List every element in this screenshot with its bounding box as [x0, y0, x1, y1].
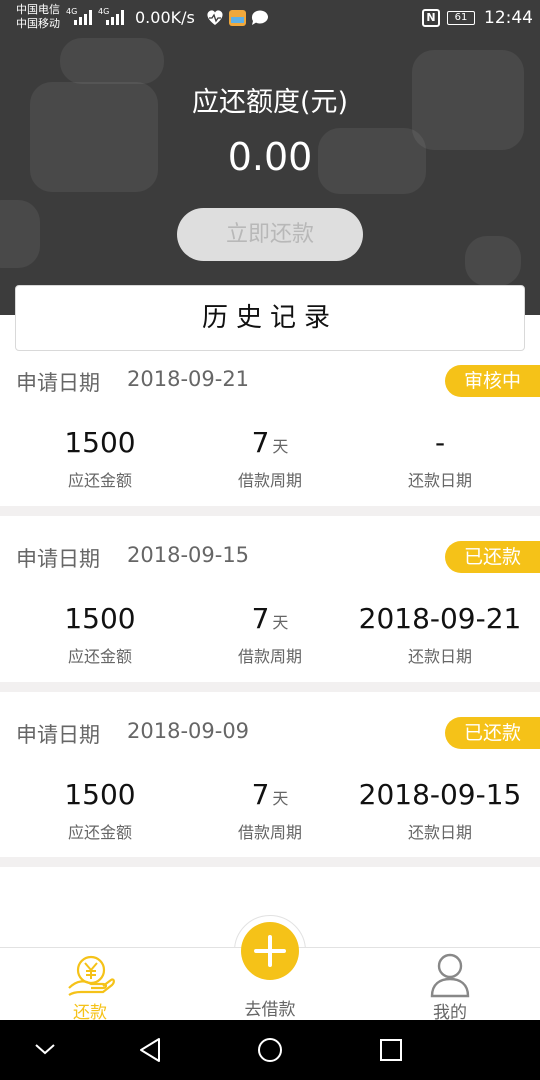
apply-date-label: 申请日期: [16, 371, 100, 395]
bg-shape: [465, 236, 521, 286]
repay-amount: 1500: [64, 602, 136, 635]
yen-hand-icon: [68, 955, 115, 996]
loan-period-unit: 天: [272, 437, 289, 456]
plus-icon: [254, 935, 286, 967]
period-column: 7天 借款周期: [180, 601, 360, 667]
loan-period-label: 借款周期: [237, 471, 302, 490]
loan-period-unit: 天: [272, 789, 289, 808]
divider: [0, 506, 540, 516]
repay-amount-label: 应还金额: [67, 471, 132, 490]
amount-column: 1500 应还金额: [10, 777, 190, 843]
apply-date-label: 申请日期: [16, 723, 100, 747]
repay-date: 2018-09-21: [358, 602, 522, 635]
chat-bubble-icon: [251, 10, 268, 25]
apply-date-value: 2018-09-09: [127, 719, 250, 743]
divider: [0, 682, 540, 692]
repay-amount: 1500: [64, 426, 136, 459]
loan-period: 7: [251, 602, 270, 635]
network-speed: 0.00K/s: [135, 8, 195, 27]
user-icon: [430, 953, 470, 998]
heart-rate-icon: [207, 10, 223, 25]
repay-date-label: 还款日期: [407, 471, 472, 490]
loan-period-label: 借款周期: [237, 823, 302, 842]
repay-date-column: - 还款日期: [350, 425, 530, 491]
nav-mine[interactable]: 我的: [390, 948, 510, 1023]
loan-period: 7: [251, 778, 270, 811]
period-column: 7天 借款周期: [180, 777, 360, 843]
apply-date-value: 2018-09-21: [127, 367, 250, 391]
system-nav-bar: [0, 1020, 540, 1080]
apply-date-label: 申请日期: [16, 547, 100, 571]
history-records-title: 历史记录: [15, 285, 525, 351]
loan-period-label: 借款周期: [237, 647, 302, 666]
repay-amount: 1500: [64, 778, 136, 811]
divider: [0, 857, 540, 867]
loan-record[interactable]: 申请日期 2018-09-15 已还款 1500 应还金额 7天 借款周期 20…: [0, 531, 540, 691]
header-banner: 中国电信 中国移动 4G 4G 0.00K/s N 61 12:44 应还额度(…: [0, 0, 540, 315]
repay-date-label: 还款日期: [407, 647, 472, 666]
loan-record[interactable]: 申请日期 2018-09-09 已还款 1500 应还金额 7天 借款周期 20…: [0, 707, 540, 867]
loan-period: 7: [251, 426, 270, 459]
repay-amount-label: 应还金额: [67, 647, 132, 666]
borrow-fab-button[interactable]: [241, 922, 299, 980]
notification-icons: [206, 9, 276, 31]
recents-icon[interactable]: [378, 1037, 404, 1063]
loan-period-unit: 天: [272, 613, 289, 632]
carrier-1: 中国电信: [16, 3, 60, 16]
repay-date-label: 还款日期: [407, 823, 472, 842]
clock: 12:44: [484, 8, 533, 28]
nfc-icon: N: [422, 9, 440, 27]
amount-column: 1500 应还金额: [10, 425, 190, 491]
chevron-down-icon[interactable]: [34, 1042, 56, 1056]
apply-date-value: 2018-09-15: [127, 543, 250, 567]
nav-repay[interactable]: 还款: [30, 948, 150, 1023]
loan-record[interactable]: 申请日期 2018-09-21 审核中 1500 应还金额 7天 借款周期 - …: [0, 355, 540, 515]
carrier-info: 中国电信 中国移动: [16, 3, 60, 31]
home-icon[interactable]: [256, 1036, 284, 1064]
nav-borrow-label: 去借款: [244, 1000, 296, 1020]
status-badge: 审核中: [445, 365, 540, 397]
repay-now-button[interactable]: 立即还款: [177, 208, 363, 261]
bg-shape: [0, 200, 40, 268]
back-icon[interactable]: [138, 1036, 162, 1064]
battery-icon: 61: [447, 11, 475, 25]
repay-date-column: 2018-09-21 还款日期: [350, 601, 530, 667]
repay-amount-label: 应还金额: [67, 823, 132, 842]
status-badge: 已还款: [445, 717, 540, 749]
app-notification-icon: [229, 10, 246, 26]
amount-column: 1500 应还金额: [10, 601, 190, 667]
repay-date: 2018-09-15: [358, 778, 522, 811]
repay-amount-value: 0.00: [227, 135, 313, 179]
signal-icon: [106, 9, 128, 25]
status-badge: 已还款: [445, 541, 540, 573]
repay-amount-title: 应还额度(元): [191, 87, 349, 118]
period-column: 7天 借款周期: [180, 425, 360, 491]
repay-date-column: 2018-09-15 还款日期: [350, 777, 530, 843]
status-bar: 中国电信 中国移动 4G 4G 0.00K/s N 61 12:44: [0, 0, 540, 36]
carrier-2: 中国移动: [16, 17, 60, 30]
signal-icon: [74, 9, 96, 25]
bg-shape: [60, 38, 164, 84]
repay-date: -: [434, 426, 446, 459]
